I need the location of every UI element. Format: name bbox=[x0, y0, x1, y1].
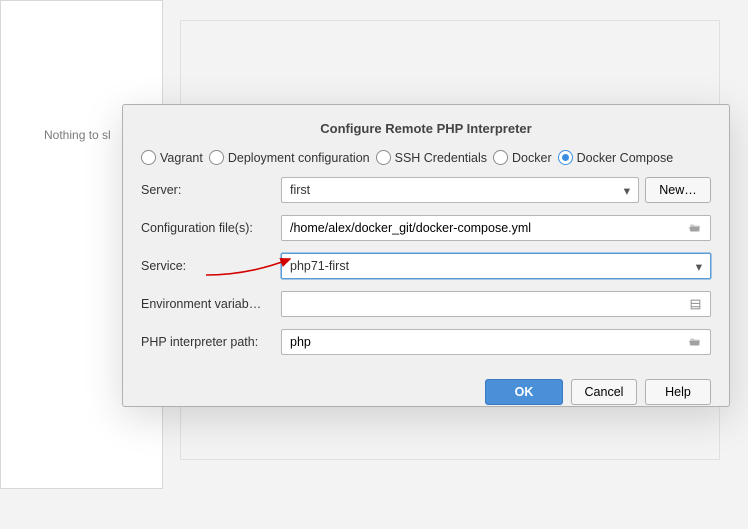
config-files-value[interactable] bbox=[290, 221, 688, 235]
folder-open-icon[interactable] bbox=[688, 335, 702, 349]
help-button[interactable]: Help bbox=[645, 379, 711, 405]
label-config-files: Configuration file(s): bbox=[141, 221, 275, 235]
label-server: Server: bbox=[141, 183, 275, 197]
form-grid: Server: first ▾ New… Configuration file(… bbox=[141, 177, 711, 355]
interpreter-path-value[interactable] bbox=[290, 335, 688, 349]
radio-dot-icon bbox=[376, 150, 391, 165]
radio-label: Deployment configuration bbox=[228, 151, 370, 165]
radio-label: Docker Compose bbox=[577, 151, 674, 165]
configure-remote-php-dialog: Configure Remote PHP Interpreter Vagrant… bbox=[122, 104, 730, 407]
dialog-footer: OK Cancel Help bbox=[141, 379, 711, 405]
config-files-input[interactable] bbox=[281, 215, 711, 241]
radio-ssh-credentials[interactable]: SSH Credentials bbox=[376, 150, 487, 165]
radio-dot-icon bbox=[558, 150, 573, 165]
env-variables-input[interactable] bbox=[281, 291, 711, 317]
radio-dot-icon bbox=[493, 150, 508, 165]
server-value: first bbox=[290, 183, 624, 197]
radio-docker-compose[interactable]: Docker Compose bbox=[558, 150, 674, 165]
service-select[interactable]: php71-first ▾ bbox=[281, 253, 711, 279]
radio-label: Vagrant bbox=[160, 151, 203, 165]
label-interpreter-path: PHP interpreter path: bbox=[141, 335, 275, 349]
env-variables-value[interactable] bbox=[290, 297, 689, 311]
ok-button[interactable]: OK bbox=[485, 379, 563, 405]
server-select[interactable]: first ▾ bbox=[281, 177, 639, 203]
dialog-title: Configure Remote PHP Interpreter bbox=[141, 115, 711, 150]
radio-docker[interactable]: Docker bbox=[493, 150, 552, 165]
nothing-to-show-label: Nothing to sl bbox=[44, 128, 111, 142]
radio-label: SSH Credentials bbox=[395, 151, 487, 165]
label-service: Service: bbox=[141, 259, 275, 273]
radio-dot-icon bbox=[141, 150, 156, 165]
label-env: Environment variab… bbox=[141, 297, 275, 311]
radio-dot-icon bbox=[209, 150, 224, 165]
interpreter-path-input[interactable] bbox=[281, 329, 711, 355]
folder-open-icon[interactable] bbox=[688, 221, 702, 235]
new-server-button[interactable]: New… bbox=[645, 177, 711, 203]
radio-label: Docker bbox=[512, 151, 552, 165]
radio-vagrant[interactable]: Vagrant bbox=[141, 150, 203, 165]
chevron-down-icon: ▾ bbox=[696, 259, 702, 274]
cancel-button[interactable]: Cancel bbox=[571, 379, 637, 405]
service-value: php71-first bbox=[290, 259, 696, 273]
list-icon[interactable] bbox=[689, 298, 702, 311]
interpreter-type-radios: Vagrant Deployment configuration SSH Cre… bbox=[141, 150, 711, 165]
radio-deployment-configuration[interactable]: Deployment configuration bbox=[209, 150, 370, 165]
chevron-down-icon: ▾ bbox=[624, 183, 630, 198]
